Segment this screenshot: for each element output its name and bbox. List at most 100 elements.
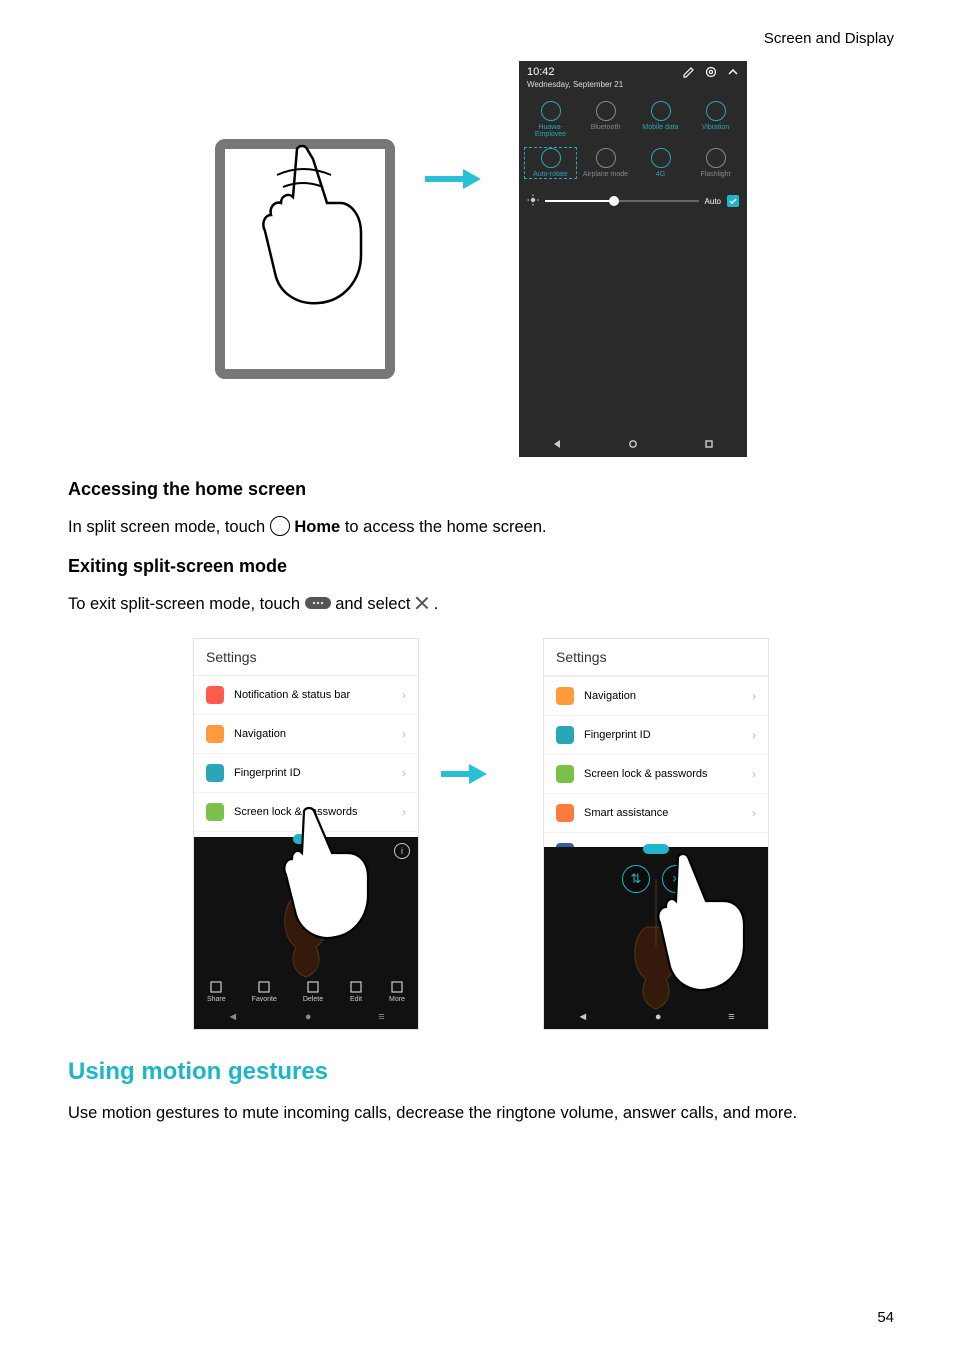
settings-row[interactable]: Fingerprint ID › (194, 754, 418, 793)
gear-icon[interactable] (705, 66, 717, 78)
settings-row[interactable]: Fingerprint ID › (544, 716, 768, 755)
qs-auto-rotate-icon[interactable]: Auto-rotate (523, 146, 578, 180)
brightness-low-icon (527, 194, 539, 208)
heading-exit-split: Exiting split-screen mode (68, 556, 894, 577)
quick-settings-grid: Huawa-EmploveeBluetoothMobile dataVibrat… (519, 93, 747, 186)
close-split-button[interactable]: × (662, 865, 690, 893)
settings-row[interactable]: Notification & status bar › (194, 676, 418, 715)
flashlight-icon (706, 148, 726, 168)
recent-icon[interactable] (704, 439, 714, 449)
text-fragment: In split screen mode, touch (68, 518, 270, 536)
recent-icon[interactable]: ≡ (378, 1011, 384, 1023)
chevron-right-icon: › (752, 689, 756, 703)
auto-rotate-icon (541, 148, 561, 168)
chevron-right-icon: › (752, 767, 756, 781)
qs-4g-icon[interactable]: 4G (633, 146, 688, 180)
trash-icon (306, 980, 320, 994)
back-icon[interactable]: ◄ (227, 1011, 238, 1023)
split-handle-icon[interactable] (293, 834, 319, 844)
toolbar-more-icon[interactable]: More (389, 980, 405, 1003)
settings-row-label: Navigation (234, 728, 286, 740)
vibration-icon (706, 101, 726, 121)
chevron-up-icon[interactable] (727, 66, 739, 78)
paragraph-motion-gestures: Use motion gestures to mute incoming cal… (68, 1100, 894, 1126)
fingerprint-icon (556, 726, 574, 744)
paragraph-access-home: In split screen mode, touch Home to acce… (68, 514, 894, 540)
arrow-right-icon (425, 169, 485, 189)
tablet-outline (215, 139, 395, 379)
page-header-chapter: Screen and Display (68, 30, 894, 47)
hand-swipe-illustration (253, 143, 373, 313)
recent-icon[interactable]: ≡ (728, 1011, 734, 1023)
hand-icon (556, 804, 574, 822)
info-icon[interactable]: i (394, 843, 410, 859)
settings-row[interactable]: Smart assistance › (544, 794, 768, 833)
qs-mobile-data-icon[interactable]: Mobile data (633, 99, 688, 140)
android-navbar: ◄ ● ≡ (194, 1005, 418, 1029)
chevron-right-icon: › (402, 805, 406, 819)
chevron-right-icon: › (752, 728, 756, 742)
toolbar-edit-icon[interactable]: Edit (349, 980, 363, 1003)
toolbar-label: More (389, 996, 405, 1003)
split-controls: ⇅ × (622, 865, 690, 893)
qs-vibration-icon[interactable]: Vibration (688, 99, 743, 140)
gallery-toolbar: Share Favorite Delete Edit More (194, 980, 418, 1003)
edit-icon (349, 980, 363, 994)
brightness-auto-label: Auto (705, 197, 721, 206)
settings-row[interactable]: Navigation › (194, 715, 418, 754)
figure-swipe-notification: 10:42 Wednesday, September 21 Huawa-Empl… (68, 57, 894, 461)
back-icon[interactable] (552, 439, 562, 449)
toolbar-label: Share (207, 996, 226, 1003)
heading-motion-gestures: Using motion gestures (68, 1058, 894, 1086)
edit-icon[interactable] (683, 66, 695, 78)
settings-title: Settings (194, 639, 418, 676)
brightness-slider[interactable]: Auto (519, 186, 747, 216)
home-icon[interactable] (628, 439, 638, 449)
toolbar-label: Delete (303, 996, 323, 1003)
home-icon[interactable]: ● (305, 1011, 312, 1023)
qs-label: Airplane mode (578, 171, 633, 178)
share-icon (209, 980, 223, 994)
qs-airplane-icon[interactable]: Airplane mode (578, 146, 633, 180)
home-label-bold: Home (294, 518, 340, 536)
qs-label: Flashlight (688, 171, 743, 178)
figure-exit-split-screen: Settings Notification & status bar › Nav… (68, 638, 894, 1030)
qs-label: Vibration (688, 124, 743, 131)
auto-brightness-checkbox[interactable] (727, 195, 739, 207)
split-handle-icon (305, 597, 331, 609)
chevron-right-icon: › (402, 727, 406, 741)
close-x-icon (415, 596, 429, 610)
android-navbar: ◄ ● ≡ (544, 1005, 768, 1029)
qs-label: Huawa-Emplovee (523, 124, 578, 138)
toolbar-heart-icon[interactable]: Favorite (252, 980, 277, 1003)
qs-bluetooth-icon[interactable]: Bluetooth (578, 99, 633, 140)
settings-row[interactable]: Screen lock & passwords › (194, 793, 418, 832)
arrow-right-icon (441, 764, 487, 784)
qs-flashlight-icon[interactable]: Flashlight (688, 146, 743, 180)
qs-label: Mobile data (633, 124, 688, 131)
fingerprint-icon (206, 764, 224, 782)
heading-access-home: Accessing the home screen (68, 479, 894, 500)
back-icon[interactable]: ◄ (577, 1011, 588, 1023)
qs-wifi-icon[interactable]: Huawa-Emplovee (523, 99, 578, 140)
qs-label: Bluetooth (578, 124, 633, 131)
settings-row-label: Screen lock & passwords (584, 768, 708, 780)
chevron-right-icon: › (402, 688, 406, 702)
swap-panes-button[interactable]: ⇅ (622, 865, 650, 893)
toolbar-label: Favorite (252, 996, 277, 1003)
mobile-data-icon (651, 101, 671, 121)
home-circle-icon (270, 516, 290, 536)
split-handle-icon[interactable] (643, 844, 669, 854)
bluetooth-icon (596, 101, 616, 121)
airplane-icon (596, 148, 616, 168)
settings-row[interactable]: Screen lock & passwords › (544, 755, 768, 794)
toolbar-trash-icon[interactable]: Delete (303, 980, 323, 1003)
settings-row-label: Smart assistance (584, 807, 668, 819)
home-icon[interactable]: ● (655, 1011, 662, 1023)
settings-row[interactable]: Navigation › (544, 677, 768, 716)
settings-row-label: Notification & status bar (234, 689, 350, 701)
settings-screenshot-right: Settings Navigation › Fingerprint ID › S… (543, 638, 769, 1030)
notification-panel-screenshot: 10:42 Wednesday, September 21 Huawa-Empl… (519, 61, 747, 457)
toolbar-share-icon[interactable]: Share (207, 980, 226, 1003)
text-fragment: To exit split-screen mode, touch (68, 595, 305, 613)
